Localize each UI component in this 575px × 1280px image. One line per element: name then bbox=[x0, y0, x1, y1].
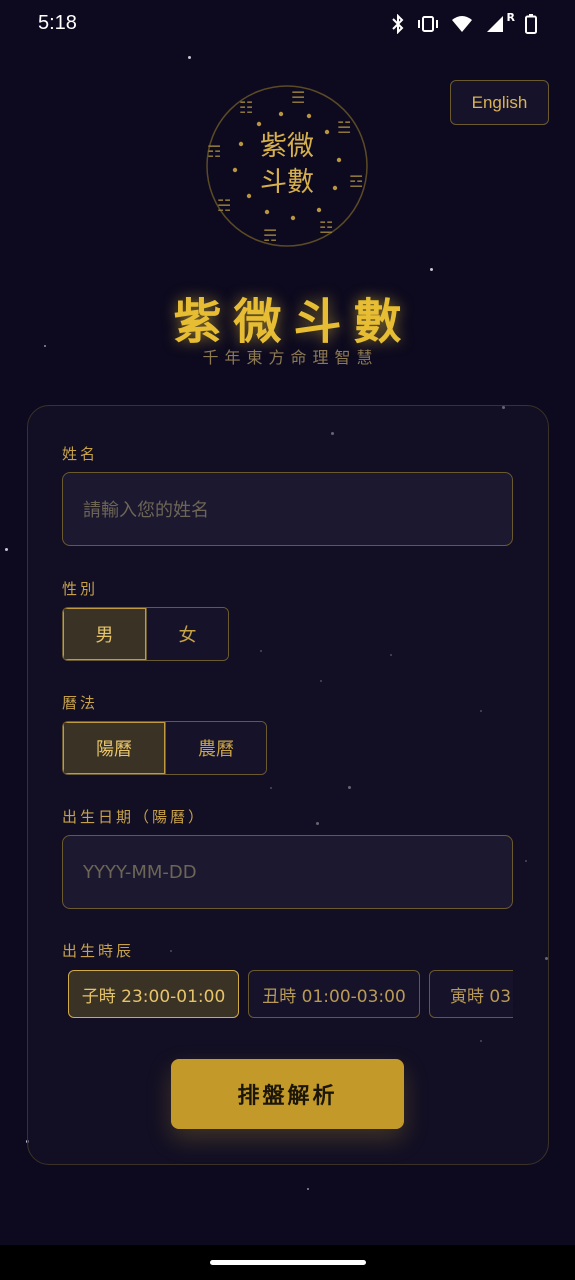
signal-icon: R bbox=[485, 11, 515, 37]
home-indicator[interactable] bbox=[210, 1260, 366, 1265]
name-input[interactable]: 請輸入您的姓名 bbox=[62, 472, 513, 546]
calendar-option-solar[interactable]: 陽曆 bbox=[63, 722, 165, 774]
gender-option-female[interactable]: 女 bbox=[146, 608, 228, 660]
status-time: 5:18 bbox=[38, 12, 77, 34]
navigation-bar bbox=[0, 1245, 575, 1280]
bluetooth-icon bbox=[391, 13, 405, 38]
app-subtitle: 千年東方命理智慧 bbox=[202, 348, 379, 367]
birth-hour-scroller[interactable]: 子時 23:00-01:00 丑時 01:00-03:00 寅時 03: bbox=[62, 966, 513, 1022]
roaming-indicator: R bbox=[506, 11, 515, 24]
gender-selector: 男 女 bbox=[62, 607, 229, 661]
name-label: 姓名 bbox=[62, 445, 99, 463]
status-icons: R bbox=[391, 11, 537, 38]
calendar-label: 曆法 bbox=[62, 694, 99, 712]
logo-text-line1: 紫微 bbox=[260, 131, 314, 162]
hour-chip-yin[interactable]: 寅時 03: bbox=[429, 970, 513, 1018]
trigram-glyph: ☷ bbox=[239, 98, 254, 117]
status-bar: 5:18 R bbox=[0, 0, 575, 50]
birth-date-input[interactable]: YYYY-MM-DD bbox=[62, 835, 513, 909]
submit-button[interactable]: 排盤解析 bbox=[171, 1059, 404, 1129]
vibrate-icon bbox=[417, 14, 439, 38]
gender-option-male[interactable]: 男 bbox=[63, 608, 146, 660]
battery-icon bbox=[525, 14, 537, 38]
calendar-selector: 陽曆 農曆 bbox=[62, 721, 267, 775]
hour-chip-chou[interactable]: 丑時 01:00-03:00 bbox=[248, 970, 420, 1018]
hour-chip-zi[interactable]: 子時 23:00-01:00 bbox=[68, 970, 239, 1018]
logo-text-line2: 斗數 bbox=[260, 167, 314, 198]
language-toggle-button[interactable]: English bbox=[450, 80, 549, 125]
gender-label: 性別 bbox=[62, 580, 99, 598]
wifi-icon bbox=[451, 15, 473, 37]
trigram-glyph: ☰ bbox=[291, 88, 306, 107]
app-logo: ☰ ☱ ☲ ☳ ☴ ☵ ☶ ☷ 紫微 斗數 bbox=[205, 84, 369, 248]
app-title: 紫微斗數 bbox=[173, 294, 414, 350]
trigram-glyph: ☳ bbox=[319, 218, 334, 237]
calendar-option-lunar[interactable]: 農曆 bbox=[165, 722, 266, 774]
birth-hour-label: 出生時辰 bbox=[62, 942, 135, 960]
trigram-glyph: ☴ bbox=[263, 226, 278, 245]
birth-date-label: 出生日期（陽曆） bbox=[62, 808, 207, 826]
